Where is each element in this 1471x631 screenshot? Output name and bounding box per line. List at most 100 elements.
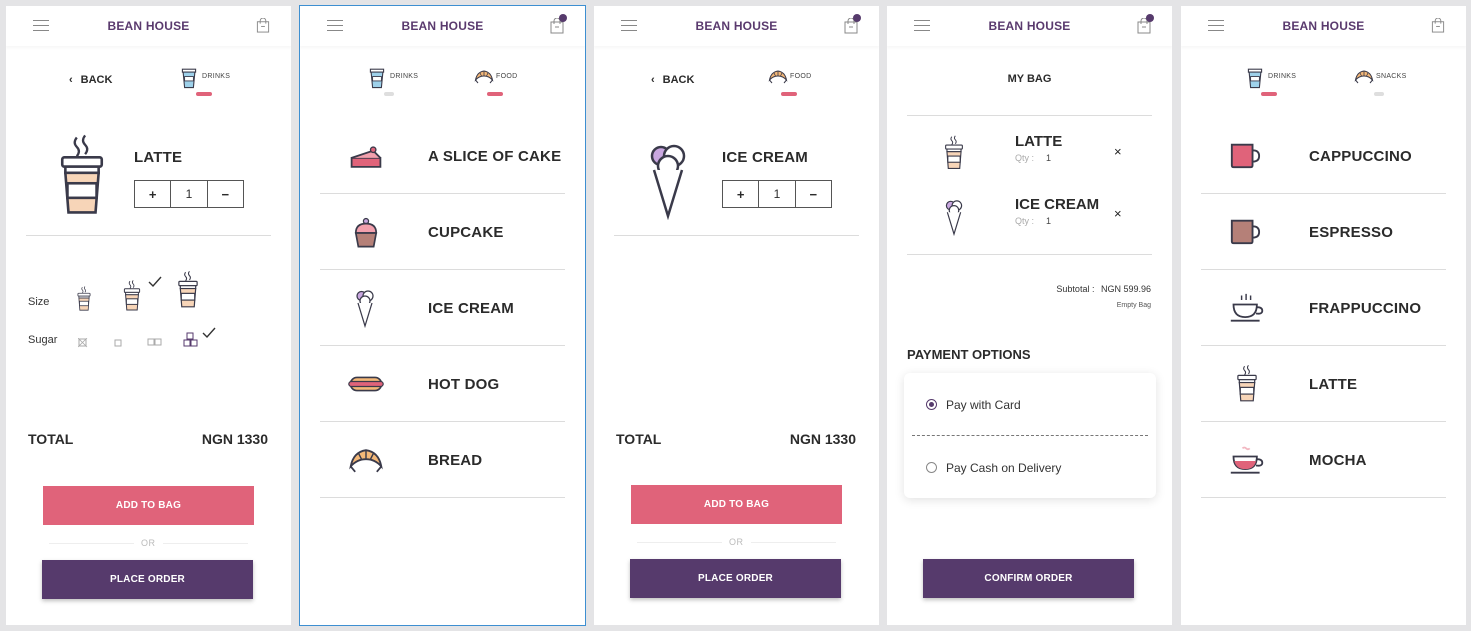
screen-ice-cream-detail: BEAN HOUSE ‹ BACK FOOD ICE CREAM + 1 − TO… [594,6,879,625]
total-label: TOTAL [616,431,662,447]
tab-indicator-active [1261,92,1277,96]
quantity-stepper: + 1 − [722,180,832,208]
back-button[interactable]: ‹ BACK [69,74,112,86]
back-button[interactable]: ‹ BACK [651,74,694,86]
decrement-button[interactable]: − [796,181,831,207]
add-to-bag-button[interactable]: ADD TO BAG [631,485,842,524]
latte-cup-icon [943,132,965,174]
app-title: BEAN HOUSE [401,19,484,33]
tab-snacks[interactable]: SNACKS [1354,67,1406,87]
screen-drinks-list: BEAN HOUSE DRINKS SNACKS CAPPUCCINO ESPR… [1181,6,1466,625]
bag-button[interactable] [844,14,861,33]
hot-dog-icon [348,376,384,392]
divider [26,235,271,236]
checkmark-icon [148,276,162,288]
chevron-left-icon: ‹ [69,74,73,86]
subtotal: Subtotal : NGN 599.96 [1056,284,1151,294]
qty-label: Qty : [1015,153,1035,163]
divider [163,543,248,544]
payment-options-title: PAYMENT OPTIONS [907,347,1031,362]
back-label: BACK [80,74,113,86]
tab-indicator-active [196,92,212,96]
back-label: BACK [662,74,695,86]
size-small-option-icon[interactable] [76,286,92,312]
item-name: LATTE [1309,376,1358,393]
tab-food[interactable]: FOOD [768,67,811,87]
pay-card-label[interactable]: Pay with Card [946,398,1021,412]
app-header: BEAN HOUSE [6,6,291,46]
confirm-order-button[interactable]: CONFIRM ORDER [923,559,1134,598]
drink-cup-icon [368,67,386,89]
tab-indicator-active [781,92,797,96]
list-item-cake[interactable]: A SLICE OF CAKE [320,118,565,194]
or-separator: OR [141,538,156,548]
croissant-icon [474,69,494,85]
tab-indicator-inactive [384,92,394,96]
qty-value: 1 [1046,216,1052,226]
divider [751,542,836,543]
pay-cash-radio[interactable] [926,462,937,473]
qty-label: Qty : [1015,216,1035,226]
empty-bag-link[interactable]: Empty Bag [1117,302,1151,309]
sugar-one-cube-icon[interactable] [114,339,123,348]
ice-cream-icon [354,288,376,328]
decrement-button[interactable]: − [208,181,243,207]
list-item-frappuccino[interactable]: FRAPPUCCINO [1201,270,1446,346]
sugar-none-icon[interactable] [78,338,88,348]
latte-cup-icon [1235,362,1259,406]
pay-cash-label[interactable]: Pay Cash on Delivery [946,461,1061,475]
tab-food[interactable]: FOOD [474,67,517,87]
sugar-three-cubes-icon[interactable] [183,332,199,348]
product-name: LATTE [134,149,183,166]
croissant-icon [768,69,788,85]
croissant-icon [348,444,384,478]
list-item-hot-dog[interactable]: HOT DOG [320,346,565,422]
shopping-bag-icon[interactable] [1431,18,1445,33]
place-order-button[interactable]: PLACE ORDER [42,560,253,599]
subtotal-value: NGN 599.96 [1100,284,1151,294]
pay-card-radio[interactable] [926,399,937,410]
size-large-option-icon[interactable] [176,270,200,310]
list-item-cupcake[interactable]: CUPCAKE [320,194,565,270]
place-order-button[interactable]: PLACE ORDER [630,559,841,598]
product-name: ICE CREAM [722,149,808,166]
tab-drinks[interactable]: DRINKS [1246,67,1296,91]
list-item-espresso[interactable]: ESPRESSO [1201,194,1446,270]
tab-drinks[interactable]: DRINKS [368,67,418,91]
remove-item-button[interactable]: × [1114,144,1122,159]
list-item-mocha[interactable]: MOCHA [1201,422,1446,498]
total-value: NGN 1330 [789,431,856,447]
quantity-stepper: + 1 − [134,180,244,208]
ice-cream-icon [944,198,964,236]
tab-label: DRINKS [1268,73,1297,80]
total-value: NGN 1330 [201,431,268,447]
tab-label: DRINKS [202,73,231,80]
list-item-latte[interactable]: LATTE [1201,346,1446,422]
size-medium-option-icon[interactable] [122,280,142,312]
quantity-value: 1 [759,181,796,207]
drink-cup-icon [1246,67,1264,89]
sugar-two-cubes-icon[interactable] [147,338,163,347]
shopping-bag-icon[interactable] [256,18,270,33]
item-name: HOT DOG [428,376,500,393]
bag-item-name: ICE CREAM [1015,196,1100,213]
bag-button[interactable] [1137,14,1154,33]
bag-badge [559,14,567,22]
payment-options-card: Pay with Card Pay Cash on Delivery [904,373,1156,498]
or-separator: OR [729,537,744,547]
add-to-bag-button[interactable]: ADD TO BAG [43,486,254,525]
list-item-bread[interactable]: BREAD [320,422,565,498]
dashed-divider [912,435,1148,436]
espresso-mug-icon [1229,216,1261,246]
list-item-ice-cream[interactable]: ICE CREAM [320,270,565,346]
quantity-value: 1 [171,181,208,207]
increment-button[interactable]: + [135,181,172,207]
cappuccino-mug-icon [1229,140,1261,170]
remove-item-button[interactable]: × [1114,206,1122,221]
bag-badge [1146,14,1154,22]
increment-button[interactable]: + [723,181,760,207]
list-item-cappuccino[interactable]: CAPPUCCINO [1201,118,1446,194]
tab-drinks[interactable]: DRINKS [180,67,230,91]
bag-button[interactable] [550,14,567,33]
screen-latte-detail: BEAN HOUSE ‹ BACK DRINKS LATTE + 1 − Size… [6,6,291,625]
